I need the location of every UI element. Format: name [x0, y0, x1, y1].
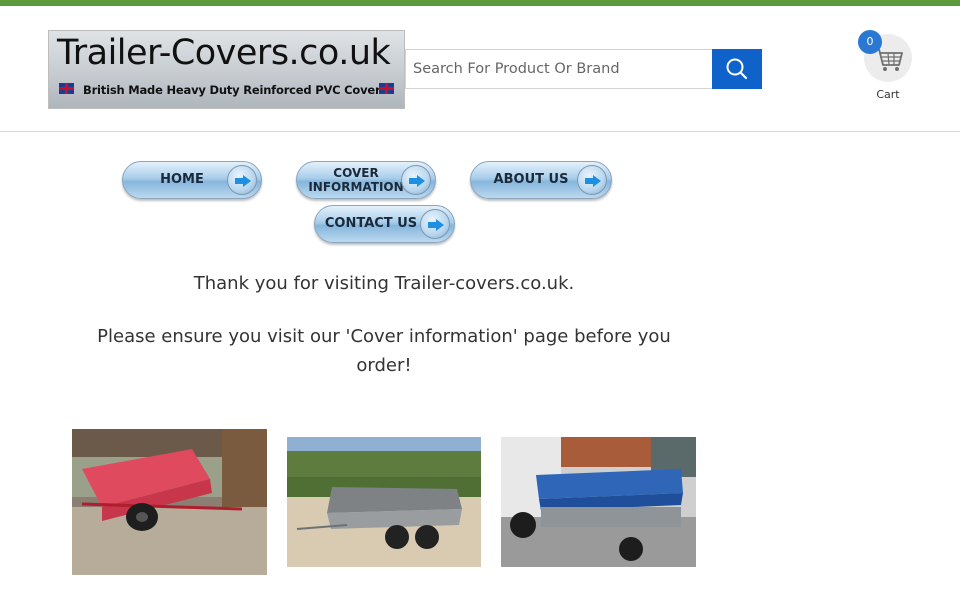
trailer-photo-blue-cover[interactable] — [501, 437, 696, 567]
search-bar — [405, 49, 762, 89]
site-header: Trailer-Covers.co.uk British Made Heavy … — [0, 6, 960, 132]
nav-cover-information-button[interactable]: COVER INFORMATION — [296, 161, 436, 199]
logo-title: Trailer-Covers.co.uk — [57, 33, 391, 73]
nav-about-us-button[interactable]: ABOUT US — [470, 161, 612, 199]
nav-home-label: HOME — [160, 172, 204, 187]
arrow-right-icon — [401, 165, 431, 195]
nav-about-us-label: ABOUT US — [493, 172, 569, 187]
search-icon — [726, 58, 748, 80]
trailer-photo-grey-cover[interactable] — [287, 437, 481, 567]
nav-contact-us-label: CONTACT US — [324, 216, 418, 231]
cart-label: Cart — [876, 88, 900, 101]
trailer-photo-red-cover[interactable] — [72, 429, 267, 575]
search-input[interactable] — [405, 49, 713, 89]
search-button[interactable] — [712, 49, 762, 89]
nav-contact-us-button[interactable]: CONTACT US — [314, 205, 455, 243]
nav-home-button[interactable]: HOME — [122, 161, 262, 199]
cart-button[interactable]: 0 Cart — [858, 30, 916, 114]
thank-you-message: Thank you for visiting Trailer-covers.co… — [193, 273, 575, 294]
cart-count-badge: 0 — [858, 30, 882, 54]
nav-cover-information-label: COVER INFORMATION — [308, 166, 404, 194]
cover-info-notice: Please ensure you visit our 'Cover infor… — [97, 326, 671, 376]
union-flag-icon — [59, 83, 74, 94]
logo-tagline: British Made Heavy Duty Reinforced PVC C… — [83, 83, 388, 97]
union-flag-icon — [379, 83, 394, 94]
site-logo[interactable]: Trailer-Covers.co.uk British Made Heavy … — [48, 30, 405, 109]
arrow-right-icon — [227, 165, 257, 195]
arrow-right-icon — [420, 209, 450, 239]
arrow-right-icon — [577, 165, 607, 195]
